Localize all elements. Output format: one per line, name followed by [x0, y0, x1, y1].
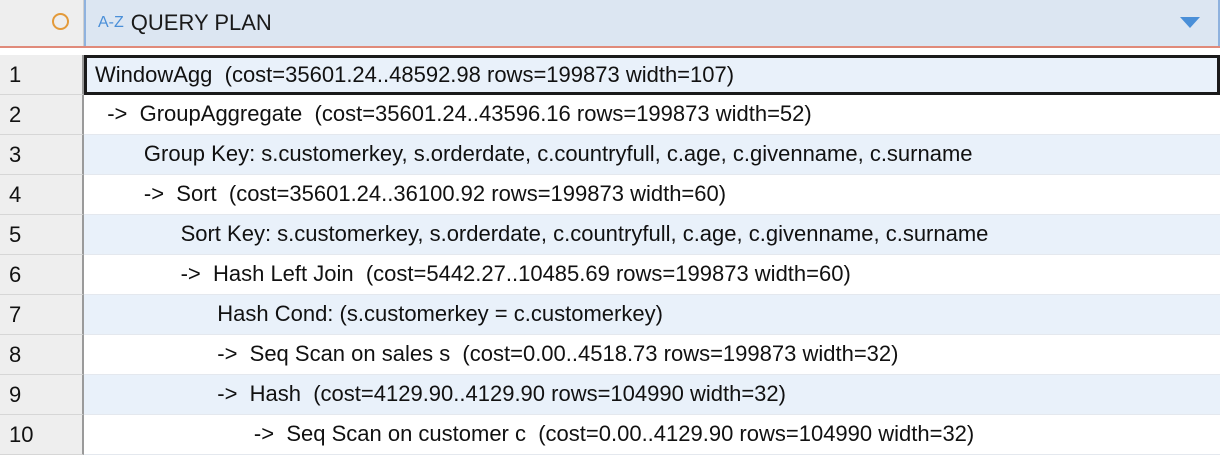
table-row[interactable]: 5 Sort Key: s.customerkey, s.orderdate, … — [0, 215, 1220, 255]
row-number[interactable]: 4 — [0, 175, 84, 215]
text-type-icon: A-Z — [98, 14, 124, 31]
table-row[interactable]: 6 -> Hash Left Join (cost=5442.27..10485… — [0, 255, 1220, 295]
table-row[interactable]: 2 -> GroupAggregate (cost=35601.24..4359… — [0, 95, 1220, 135]
query-plan-cell[interactable]: Hash Cond: (s.customerkey = c.customerke… — [84, 295, 1220, 335]
table-row[interactable]: 8 -> Seq Scan on sales s (cost=0.00..451… — [0, 335, 1220, 375]
query-plan-cell[interactable]: -> GroupAggregate (cost=35601.24..43596.… — [84, 95, 1220, 135]
column-header-query-plan[interactable]: A-Z QUERY PLAN — [84, 0, 1220, 46]
query-plan-cell[interactable]: -> Hash (cost=4129.90..4129.90 rows=1049… — [84, 375, 1220, 415]
select-all-corner[interactable] — [0, 0, 84, 46]
row-number[interactable]: 9 — [0, 375, 84, 415]
table-row[interactable]: 3 Group Key: s.customerkey, s.orderdate,… — [0, 135, 1220, 175]
table-row[interactable]: 10 -> Seq Scan on customer c (cost=0.00.… — [0, 415, 1220, 455]
table-row[interactable]: 7 Hash Cond: (s.customerkey = c.customer… — [0, 295, 1220, 335]
grid-header: A-Z QUERY PLAN — [0, 0, 1220, 48]
result-grid: A-Z QUERY PLAN 1 WindowAgg (cost=35601.2… — [0, 0, 1220, 455]
select-all-circle-icon[interactable] — [52, 13, 69, 30]
row-number[interactable]: 1 — [0, 55, 84, 95]
row-number[interactable]: 8 — [0, 335, 84, 375]
query-plan-cell[interactable]: -> Seq Scan on sales s (cost=0.00..4518.… — [84, 335, 1220, 375]
query-plan-cell[interactable]: Group Key: s.customerkey, s.orderdate, c… — [84, 135, 1220, 175]
query-plan-cell[interactable]: -> Hash Left Join (cost=5442.27..10485.6… — [84, 255, 1220, 295]
row-number[interactable]: 3 — [0, 135, 84, 175]
table-row[interactable]: 9 -> Hash (cost=4129.90..4129.90 rows=10… — [0, 375, 1220, 415]
row-number[interactable]: 2 — [0, 95, 84, 135]
column-title: QUERY PLAN — [130, 10, 272, 35]
chevron-down-icon[interactable] — [1180, 17, 1200, 28]
table-row[interactable]: 1 WindowAgg (cost=35601.24..48592.98 row… — [0, 55, 1220, 95]
grid-body: 1 WindowAgg (cost=35601.24..48592.98 row… — [0, 55, 1220, 455]
query-plan-cell[interactable]: WindowAgg (cost=35601.24..48592.98 rows=… — [84, 55, 1220, 95]
query-plan-cell[interactable]: Sort Key: s.customerkey, s.orderdate, c.… — [84, 215, 1220, 255]
row-number[interactable]: 7 — [0, 295, 84, 335]
row-number[interactable]: 10 — [0, 415, 84, 455]
query-plan-cell[interactable]: -> Sort (cost=35601.24..36100.92 rows=19… — [84, 175, 1220, 215]
table-row[interactable]: 4 -> Sort (cost=35601.24..36100.92 rows=… — [0, 175, 1220, 215]
query-plan-cell[interactable]: -> Seq Scan on customer c (cost=0.00..41… — [84, 415, 1220, 455]
row-number[interactable]: 6 — [0, 255, 84, 295]
row-number[interactable]: 5 — [0, 215, 84, 255]
